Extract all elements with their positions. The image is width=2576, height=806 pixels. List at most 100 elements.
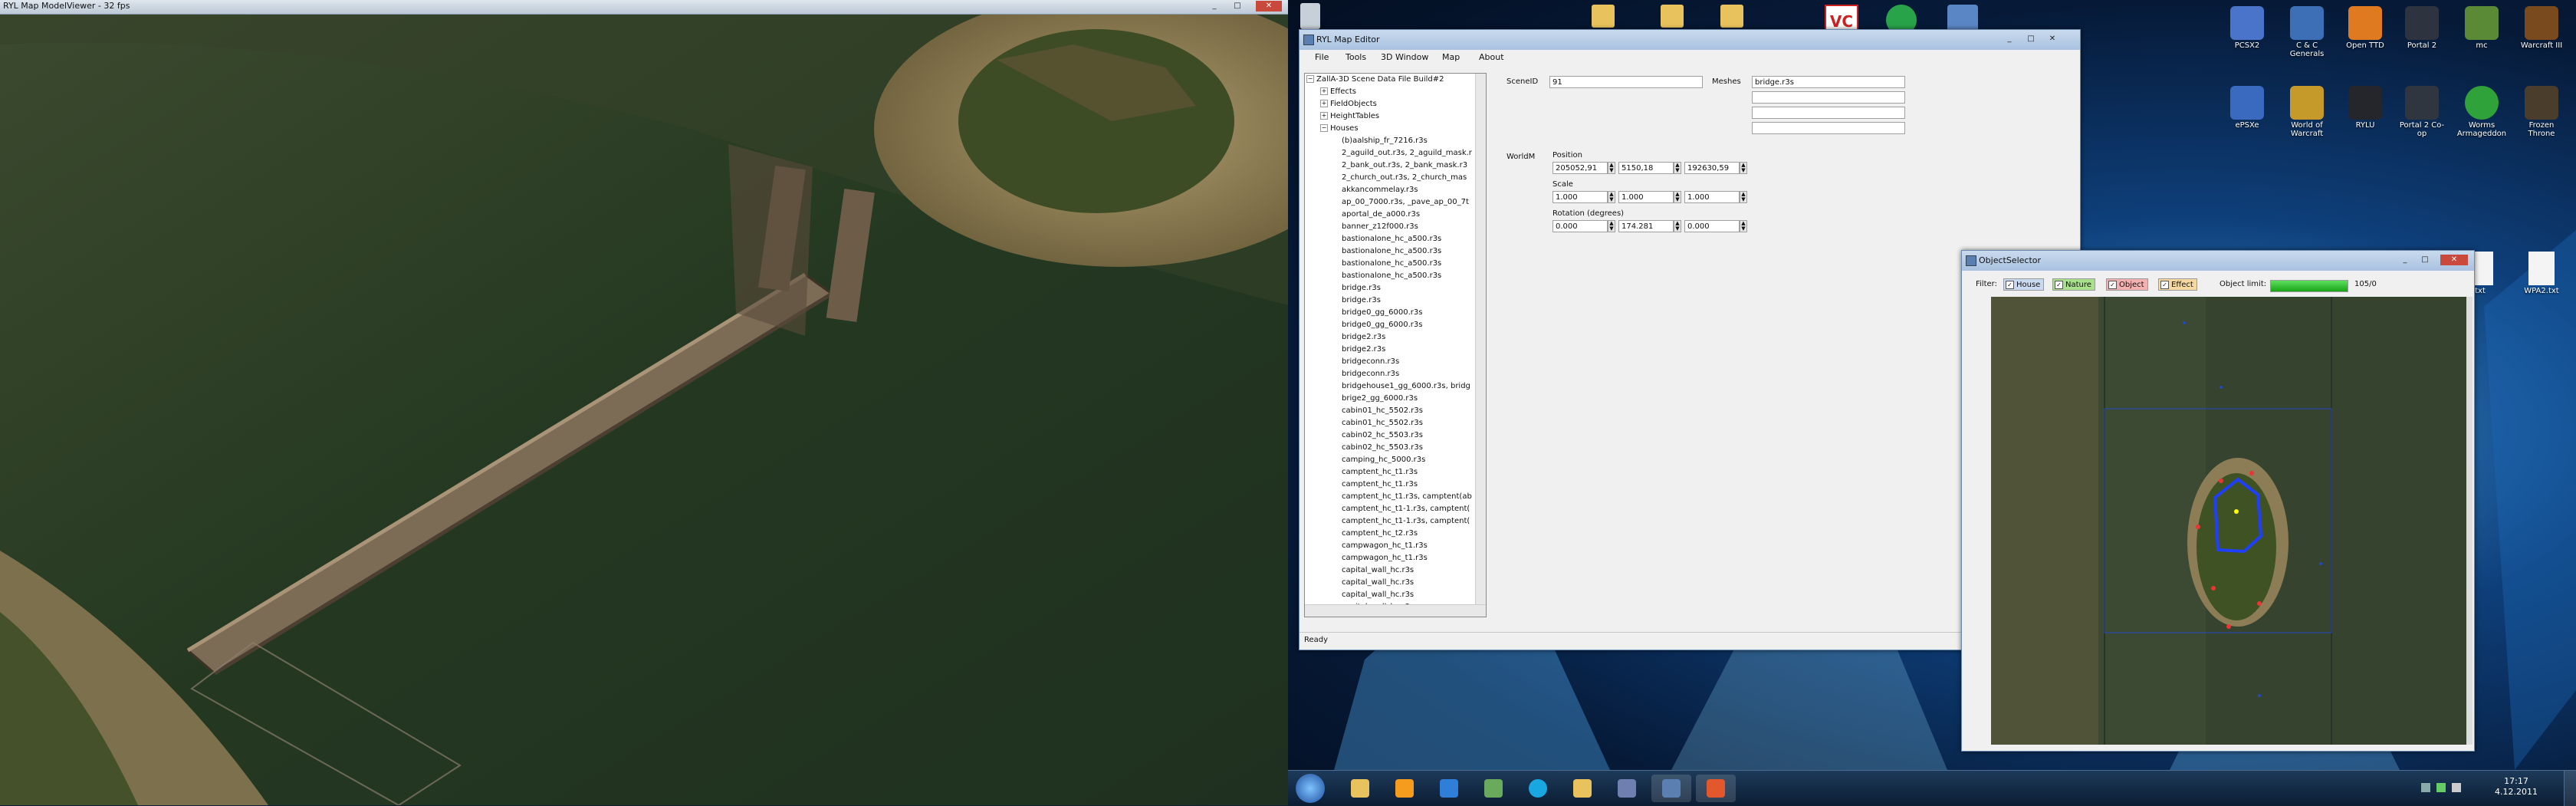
close-button[interactable]: ✕ (2046, 34, 2058, 44)
tree-item-house[interactable]: (b)aalship_fr_7216.r3s (1342, 135, 1428, 147)
menu-file[interactable]: File (1315, 52, 1329, 62)
mesh-field-1[interactable]: bridge.r3s (1752, 76, 1905, 88)
mesh-field-2[interactable] (1752, 91, 1905, 104)
maximize-button[interactable]: □ (2025, 34, 2037, 44)
minimap-scrollbar[interactable] (2466, 297, 2472, 745)
position-y-field[interactable]: 5150,18 (1618, 162, 1674, 174)
tree-item-house[interactable]: 2_bank_out.r3s, 2_bank_mask.r3 (1342, 160, 1467, 172)
desktop-icon-cnc-generals[interactable]: C & C Generals (2280, 6, 2334, 58)
minimap-canvas[interactable] (1991, 297, 2466, 745)
taskbar-folder[interactable] (1562, 775, 1602, 802)
desktop-icon-portal2[interactable]: Portal 2 (2395, 6, 2449, 50)
folder-icon[interactable] (1720, 5, 1743, 28)
position-z-spinner[interactable]: ▲ ▼ (1740, 162, 1747, 174)
tray-icon[interactable] (2421, 783, 2430, 792)
tree-item-house[interactable]: ap_00_7000.r3s, _pave_ap_00_7t (1342, 196, 1469, 209)
tree-group-fieldobjects[interactable]: + FieldObjects (1320, 98, 1377, 110)
tree-vertical-scrollbar[interactable] (1475, 74, 1486, 604)
show-desktop-button[interactable] (2564, 771, 2576, 806)
object-selector-titlebar[interactable]: ObjectSelector _ □ ✕ (1962, 251, 2474, 271)
minimize-button[interactable]: _ (1208, 1, 1221, 12)
rotation-y-spinner[interactable]: ▲ ▼ (1674, 220, 1681, 232)
tree-item-house[interactable]: capital_wall_hc.r3s (1342, 577, 1414, 589)
taskbar-skype[interactable] (1518, 775, 1558, 802)
desktop-icon-pcsx2[interactable]: PCSX2 (2220, 6, 2274, 50)
filter-object-checkbox[interactable]: ✓ Object (2106, 278, 2148, 291)
recycle-bin-icon[interactable] (1300, 3, 1320, 29)
tree-item-house[interactable]: cabin01_hc_5502.r3s (1342, 417, 1423, 429)
folder-icon[interactable] (1592, 5, 1615, 28)
tree-item-house[interactable]: bridgeconn.r3s (1342, 356, 1399, 368)
rotation-x-field[interactable]: 0.000 (1552, 220, 1608, 232)
collapse-icon[interactable]: − (1306, 75, 1314, 83)
tree-item-house[interactable]: bastionalone_hc_a500.r3s (1342, 233, 1441, 245)
taskbar-app[interactable] (1474, 775, 1513, 802)
desktop-icon-frozen-throne[interactable]: Frozen Throne (2515, 86, 2568, 138)
tree-item-house[interactable]: brige2_gg_6000.r3s (1342, 393, 1418, 405)
tree-item-house[interactable]: cabin01_hc_5502.r3s (1342, 405, 1423, 417)
tree-group-houses[interactable]: − Houses (1320, 123, 1359, 135)
desktop-icon-rylu[interactable]: RYLU (2338, 86, 2392, 130)
tree-item-house[interactable]: camptent_hc_t2.r3s (1342, 528, 1418, 540)
tree-item-house[interactable]: bridgehouse1_gg_6000.r3s, bridg (1342, 380, 1470, 393)
collapse-icon[interactable]: − (1320, 124, 1328, 132)
tree-item-house[interactable]: camping_hc_5000.r3s (1342, 454, 1425, 466)
tree-group-heighttables[interactable]: + HeightTables (1320, 110, 1379, 123)
desktop-icon-warcraft3[interactable]: Warcraft III (2515, 6, 2568, 50)
tree-item-house[interactable]: camptent_hc_t1.r3s, camptent(ab (1342, 491, 1472, 503)
maximize-button[interactable]: □ (1231, 1, 1244, 12)
tree-item-house[interactable]: bridgeconn.r3s (1342, 368, 1399, 380)
desktop-icon-portal2-coop[interactable]: Portal 2 Co-op (2395, 86, 2449, 138)
object-selector-window[interactable]: ObjectSelector _ □ ✕ Filter: ✓ House ✓ Nat… (1961, 250, 2475, 752)
tree-item-house[interactable]: akkancommelay.r3s (1342, 184, 1418, 196)
tree-item-house[interactable]: campwagon_hc_t1.r3s (1342, 540, 1428, 552)
tree-item-house[interactable]: bridge0_gg_6000.r3s (1342, 319, 1422, 331)
folder-icon[interactable] (1661, 5, 1684, 28)
tree-item-house[interactable]: campwagon_hc_t1.r3s (1342, 552, 1428, 564)
tree-item-house[interactable]: bastionalone_hc_a500.r3s (1342, 245, 1441, 258)
taskbar-media-player[interactable] (1385, 775, 1424, 802)
tree-item-house[interactable]: aportal_de_a000.r3s (1342, 209, 1420, 221)
menu-tools[interactable]: Tools (1346, 52, 1366, 62)
menu-about[interactable]: About (1479, 52, 1504, 62)
mesh-field-4[interactable] (1752, 122, 1905, 134)
scale-z-field[interactable]: 1.000 (1684, 191, 1740, 203)
tree-item-house[interactable]: capital_wall_hc.r3s (1342, 589, 1414, 601)
tree-horizontal-scrollbar[interactable] (1305, 604, 1486, 617)
viewer-titlebar[interactable]: RYL Map ModelViewer - 32 fps _ □ ✕ (0, 0, 1288, 15)
maximize-button[interactable]: □ (2419, 255, 2431, 265)
tree-item-house[interactable]: capital_wall_hc.r3s (1342, 564, 1414, 577)
taskbar-map-editor[interactable] (1651, 775, 1691, 802)
tree-item-house[interactable]: camptent_hc_t1.r3s (1342, 466, 1418, 479)
model-viewer-window[interactable]: RYL Map ModelViewer - 32 fps _ □ ✕ (0, 0, 1288, 805)
tree-group-effects[interactable]: + Effects (1320, 86, 1356, 98)
network-icon[interactable] (2436, 783, 2446, 792)
tree-item-house[interactable]: cabin02_hc_5503.r3s (1342, 442, 1423, 454)
tree-item-house[interactable]: bridge0_gg_6000.r3s (1342, 307, 1422, 319)
tree-item-house[interactable]: bridge.r3s (1342, 294, 1381, 307)
minimap-view[interactable] (1991, 297, 2466, 745)
editor-titlebar[interactable]: RYL Map Editor _ □ ✕ (1300, 30, 2080, 50)
tree-item-house[interactable]: camptent_hc_t1-1.r3s, camptent( (1342, 515, 1470, 528)
clock[interactable]: 17:17 4.12.2011 (2493, 776, 2539, 798)
tree-item-house[interactable]: cabin02_hc_5503.r3s (1342, 429, 1423, 442)
mesh-field-3[interactable] (1752, 107, 1905, 119)
tree-item-house[interactable]: bastionalone_hc_a500.r3s (1342, 258, 1441, 270)
desktop-icon-openttd[interactable]: Open TTD (2338, 6, 2392, 50)
tree-item-house[interactable]: camptent_hc_t1.r3s (1342, 479, 1418, 491)
rotation-z-spinner[interactable]: ▲ ▼ (1740, 220, 1747, 232)
menu-map[interactable]: Map (1442, 52, 1460, 62)
rotation-z-field[interactable]: 0.000 (1684, 220, 1740, 232)
filter-house-checkbox[interactable]: ✓ House (2003, 278, 2045, 291)
scale-y-field[interactable]: 1.000 (1618, 191, 1674, 203)
expand-icon[interactable]: + (1320, 87, 1328, 95)
tree-item-house[interactable]: 2_aguild_out.r3s, 2_aguild_mask.r (1342, 147, 1472, 160)
rotation-y-field[interactable]: 174.281 (1618, 220, 1674, 232)
tree-item-house[interactable]: camptent_hc_t1-1.r3s, camptent( (1342, 503, 1470, 515)
viewer-3d-canvas[interactable] (0, 14, 1288, 805)
expand-icon[interactable]: + (1320, 112, 1328, 120)
scale-x-spinner[interactable]: ▲ ▼ (1608, 191, 1615, 203)
tree-root[interactable]: − ZallA-3D Scene Data File Build#2 (1306, 74, 1444, 86)
desktop-icon-mc[interactable]: mc (2455, 6, 2509, 50)
filter-nature-checkbox[interactable]: ✓ Nature (2052, 278, 2095, 291)
